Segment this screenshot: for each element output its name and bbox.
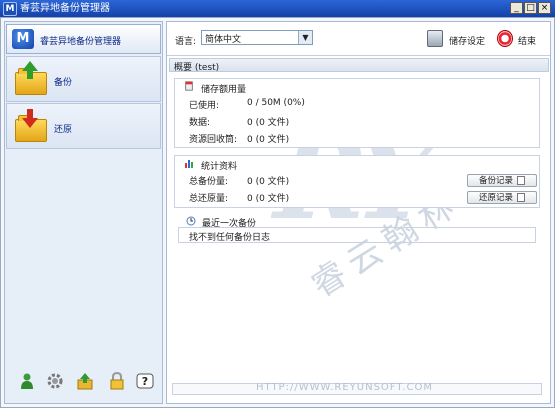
data-value: 0 (0 文件): [247, 118, 290, 128]
sidebar-header-label: 睿芸异地备份管理器: [40, 37, 122, 47]
exit-button[interactable]: 结束: [497, 30, 545, 48]
last-backup-log: 找不到任何备份日志: [178, 227, 536, 243]
chevron-down-icon: ▼: [298, 31, 312, 44]
document-icon: [517, 176, 525, 185]
sidebar-item-label: 还原: [54, 125, 73, 135]
app-logo-icon: M: [12, 29, 34, 49]
statistics-group-title: 统计资料: [201, 162, 238, 172]
exit-label: 结束: [518, 37, 537, 47]
window-titlebar: M 睿芸异地备份管理器 _ □ ×: [0, 0, 555, 17]
help-icon[interactable]: ?: [136, 372, 154, 390]
storage-icon: [185, 81, 193, 91]
sidebar-item-backup[interactable]: 备份: [6, 56, 161, 102]
exit-icon: [497, 30, 513, 47]
restore-log-label: 还原记录: [478, 193, 513, 203]
download-arrow-head-icon: [22, 118, 38, 128]
upload-arrow-head-icon: [22, 61, 38, 71]
toolbar: 语言: 简体中文 ▼ 储存设定 结束: [167, 22, 550, 56]
sidebar-item-label: 备份: [54, 78, 73, 88]
disk-icon: [427, 30, 443, 47]
sidebar-item-restore[interactable]: 还原: [6, 103, 161, 149]
document-icon: [517, 193, 525, 202]
update-icon[interactable]: [76, 372, 94, 390]
user-icon[interactable]: [18, 372, 36, 390]
storage-usage-group: 储存额用量 已使用: 0 / 50M (0%) 数据: 0 (0 文件) 资源回…: [174, 78, 540, 148]
recycle-bin-value: 0 (0 文件): [247, 135, 290, 145]
gear-icon[interactable]: [46, 372, 64, 390]
storage-settings-label: 储存设定: [449, 37, 486, 47]
clock-icon: [186, 216, 196, 226]
language-select[interactable]: 简体中文 ▼: [201, 30, 313, 45]
summary-title: 概要 (test): [174, 63, 220, 73]
chart-icon: [185, 160, 193, 168]
sidebar-header[interactable]: M 睿芸异地备份管理器: [6, 24, 161, 54]
data-label: 数据:: [189, 118, 211, 128]
recycle-bin-label: 资源回收筒:: [189, 135, 238, 145]
total-backup-value: 0 (0 文件): [247, 177, 290, 187]
watermark-url: HTTP://WWW.REYUNSOFT.COM: [256, 382, 433, 393]
language-value: 简体中文: [205, 35, 242, 45]
lock-icon[interactable]: [108, 371, 126, 390]
statistics-group: 统计资料 总备份量: 0 (0 文件) 总还原量: 0 (0 文件) 备份记录 …: [174, 155, 540, 208]
summary-header: 概要 (test): [169, 58, 549, 73]
svg-text:?: ?: [142, 375, 148, 388]
total-restore-value: 0 (0 文件): [247, 194, 290, 204]
maximize-button[interactable]: □: [524, 2, 537, 14]
upload-arrow-icon: [27, 70, 33, 79]
used-value: 0 / 50M (0%): [247, 98, 305, 108]
restore-log-button[interactable]: 还原记录: [467, 191, 537, 204]
backup-log-button[interactable]: 备份记录: [467, 174, 537, 187]
storage-settings-button[interactable]: 储存设定: [427, 30, 497, 48]
total-restore-label: 总还原量:: [189, 194, 229, 204]
minimize-button[interactable]: _: [510, 2, 523, 14]
last-backup-message: 找不到任何备份日志: [189, 233, 271, 243]
close-button[interactable]: ×: [538, 2, 551, 14]
app-icon: M: [3, 2, 17, 16]
total-backup-label: 总备份量:: [189, 177, 229, 187]
backup-log-label: 备份记录: [478, 176, 513, 186]
used-label: 已使用:: [189, 101, 220, 111]
language-label: 语言:: [175, 37, 197, 47]
storage-group-title: 储存额用量: [201, 85, 247, 95]
window-title: 睿芸异地备份管理器: [20, 3, 110, 14]
